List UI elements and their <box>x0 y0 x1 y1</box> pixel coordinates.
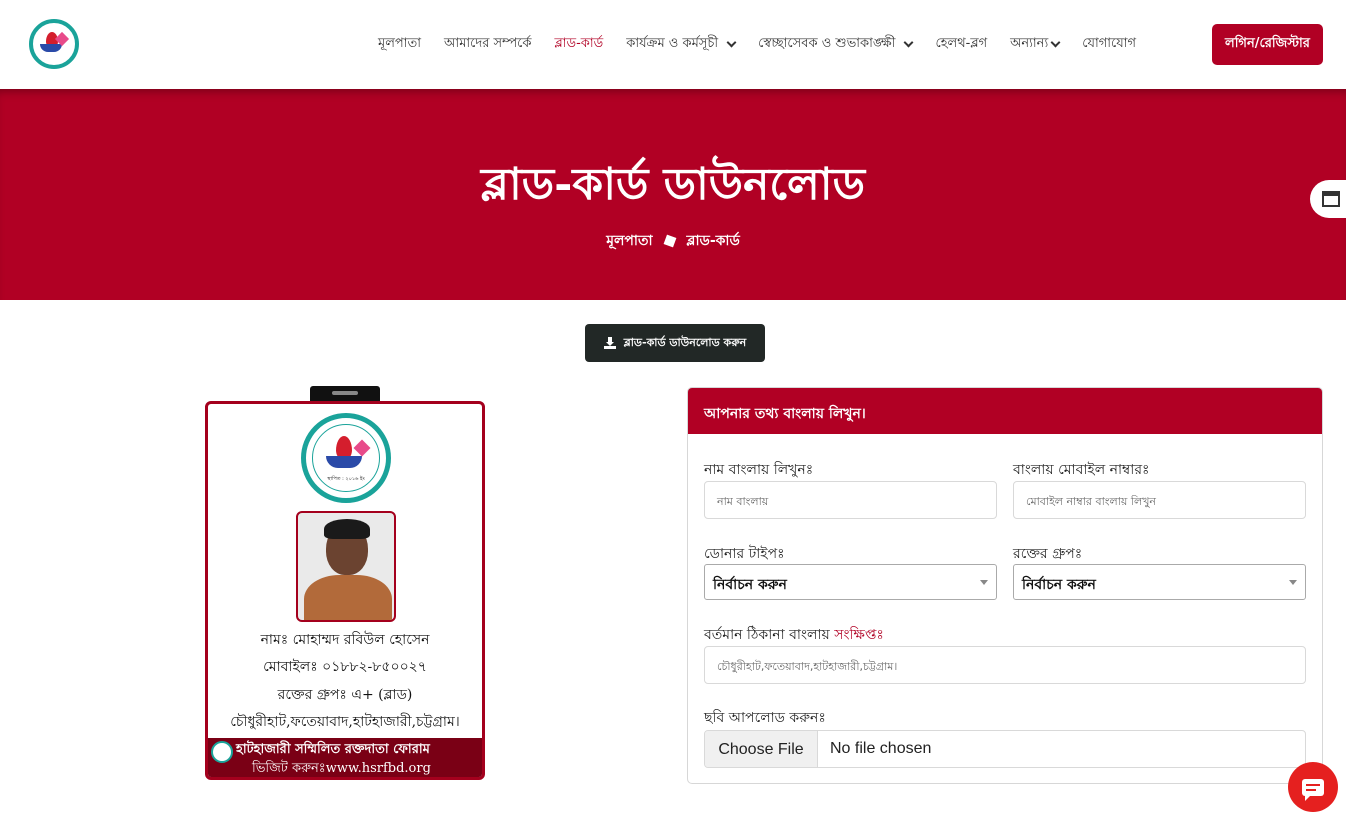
nav-item-others[interactable]: অন্যান্য <box>1010 34 1061 55</box>
nav-item-label: আমাদের সম্পর্কে <box>444 36 532 51</box>
site-logo[interactable] <box>29 19 79 69</box>
dropdown-arrow-icon <box>1289 580 1297 585</box>
navbar: মূলপাতা আমাদের সম্পর্কে ব্লাড-কার্ড কার্… <box>0 0 1346 89</box>
nav-item-volunteers[interactable]: স্বেচ্ছাসেবক ও শুভাকাঙ্ক্ষী <box>758 34 914 55</box>
donor-type-value: নির্বাচন করুন <box>713 577 787 593</box>
card-footer-site: ভিজিট করুনঃwww.hsrfbd.org <box>252 761 431 776</box>
photo-file-input[interactable]: Choose File No file chosen <box>704 730 1306 768</box>
side-widget-button[interactable] <box>1310 180 1346 218</box>
address-label-text: বর্তমান ঠিকানা বাংলায় <box>704 627 830 643</box>
nav-item-label: স্বেচ্ছাসেবক ও শুভাকাঙ্ক্ষী <box>758 36 896 51</box>
nav-item-activities[interactable]: কার্যক্রম ও কর্মসূচী <box>626 34 737 55</box>
nav-item-home[interactable]: মূলপাতা <box>378 34 421 55</box>
photo-upload-label: ছবি আপলোড করুনঃ <box>704 710 826 726</box>
breadcrumb-home-link[interactable]: মূলপাতা <box>606 229 652 253</box>
address-label: বর্তমান ঠিকানা বাংলায় সংক্ষিপ্তঃ <box>704 623 884 647</box>
donor-type-label: ডোনার টাইপঃ <box>704 546 785 562</box>
login-register-button[interactable]: লগিন/রেজিস্টার <box>1212 24 1323 65</box>
nav-item-blood-card[interactable]: ব্লাড-কার্ড <box>555 34 604 55</box>
address-label-short: সংক্ষিপ্তঃ <box>834 627 884 643</box>
chevron-down-icon <box>903 37 914 48</box>
download-icon <box>603 337 616 349</box>
page-banner: ব্লাড-কার্ড ডাউনলোড মূলপাতা ব্লাড-কার্ড <box>0 89 1346 300</box>
card-footer-org: হাটহাজারী সম্মিলিত রক্তদাতা ফোরাম <box>236 742 430 757</box>
download-blood-card-button[interactable]: ব্লাড-কার্ড ডাউনলোড করুন <box>585 324 765 362</box>
mobile-input[interactable]: মোবাইল নাম্বার বাংলায় লিখুন <box>1013 481 1306 519</box>
info-form-panel: আপনার তথ্য বাংলায় লিখুন। নাম বাংলায় লি… <box>687 387 1323 784</box>
nav-item-label: ব্লাড-কার্ড <box>554 36 604 51</box>
logo-emblem-icon <box>40 30 70 58</box>
chat-icon <box>1302 778 1324 801</box>
nav-item-health-blog[interactable]: হেলথ-ব্লগ <box>935 34 987 55</box>
file-status: No file chosen <box>830 740 932 757</box>
card-blood-group: রক্তের গ্রুপঃ এ+ (ব্লাড) <box>277 687 413 703</box>
card-address: চৌধুরীহাট,ফতেয়াবাদ,হাটহাজারী,চট্টগ্রাম। <box>230 714 460 730</box>
member-photo <box>296 511 396 622</box>
nav-item-contact[interactable]: যোগাযোগ <box>1082 34 1136 55</box>
blood-group-select[interactable]: নির্বাচন করুন <box>1013 564 1306 600</box>
breadcrumb-separator-icon <box>663 234 676 248</box>
calculator-icon <box>1322 191 1340 207</box>
name-label: নাম বাংলায় লিখুনঃ <box>704 462 814 478</box>
footer-logo-icon <box>211 741 233 763</box>
card-logo: স্থাপিত : ২০১৬ ইং <box>301 413 391 503</box>
nav-item-label: হেলথ-ব্লগ <box>935 36 988 51</box>
nav-menu: মূলপাতা আমাদের সম্পর্কে ব্লাড-কার্ড কার্… <box>378 0 1159 89</box>
donor-type-select[interactable]: নির্বাচন করুন <box>704 564 997 600</box>
card-mobile: মোবাইলঃ ০১৮৮২-৮৫০০২৭ <box>263 659 427 675</box>
card-footer: হাটহাজারী সম্মিলিত রক্তদাতা ফোরাম ভিজিট … <box>208 738 482 777</box>
form-header: আপনার তথ্য বাংলায় লিখুন। <box>688 388 1322 434</box>
address-input[interactable]: চৌধুরীহাট,ফতেয়াবাদ,হাটহাজারী,চট্টগ্রাম। <box>704 646 1306 684</box>
dropdown-arrow-icon <box>980 580 988 585</box>
nav-item-about[interactable]: আমাদের সম্পর্কে <box>444 34 531 55</box>
name-input[interactable]: নাম বাংলায় <box>704 481 997 519</box>
mobile-label: বাংলায় মোবাইল নাম্বারঃ <box>1013 462 1150 478</box>
breadcrumb: মূলপাতা ব্লাড-কার্ড <box>0 229 1346 253</box>
chat-button[interactable] <box>1288 762 1338 812</box>
card-name: নামঃ মোহাম্মদ রবিউল হোসেন <box>260 632 430 648</box>
download-button-label: ব্লাড-কার্ড ডাউনলোড করুন <box>623 335 747 349</box>
blood-group-label: রক্তের গ্রুপঃ <box>1013 546 1083 562</box>
choose-file-button[interactable]: Choose File <box>705 731 818 767</box>
breadcrumb-current: ব্লাড-কার্ড <box>686 233 740 249</box>
chevron-down-icon <box>726 37 737 48</box>
nav-item-label: অন্যান্য <box>1010 36 1049 51</box>
nav-item-label: মূলপাতা <box>378 36 422 51</box>
nav-item-label: কার্যক্রম ও কর্মসূচী <box>626 36 719 51</box>
blood-card-preview: স্থাপিত : ২০১৬ ইং নামঃ মোহাম্মদ রবিউল হো… <box>205 401 485 780</box>
page-title: ব্লাড-কার্ড ডাউনলোড <box>481 159 865 210</box>
chevron-down-icon <box>1050 37 1061 48</box>
nav-item-label: যোগাযোগ <box>1082 36 1137 51</box>
blood-group-value: নির্বাচন করুন <box>1022 577 1096 593</box>
card-logo-established: স্থাপিত : ২০১৬ ইং <box>327 476 365 482</box>
